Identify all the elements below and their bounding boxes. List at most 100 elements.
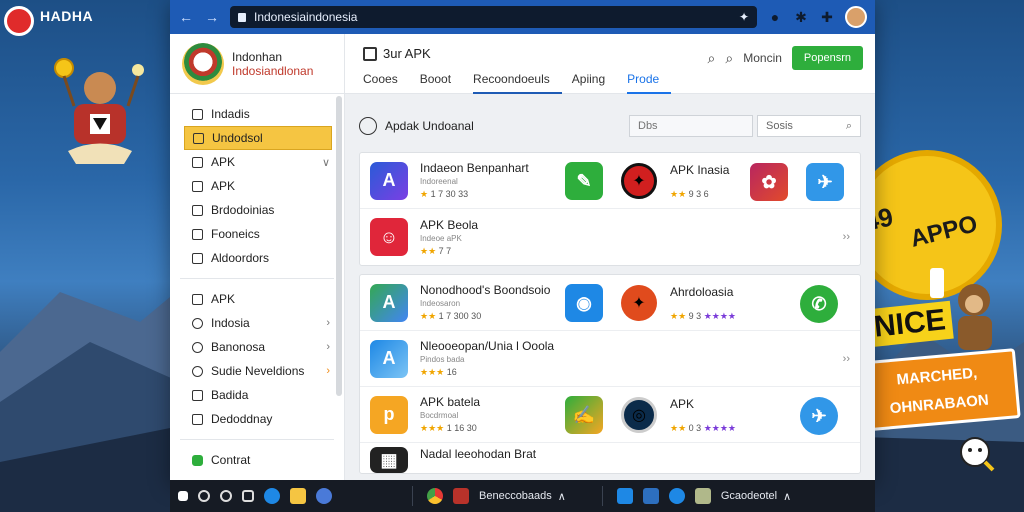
compass-app-icon[interactable]: ◎ bbox=[621, 397, 657, 433]
primary-action-button[interactable]: Popensrn bbox=[791, 46, 863, 70]
globe-icon[interactable] bbox=[668, 488, 685, 504]
chevron-right-icon[interactable]: ›› bbox=[843, 231, 850, 243]
folder-icon[interactable] bbox=[290, 488, 306, 504]
tab-apiing[interactable]: Apiing bbox=[572, 72, 617, 94]
address-value: Indonesiaindonesia bbox=[254, 10, 358, 24]
sidebar-item-sudie-neveldions[interactable]: Sudie Neveldions › bbox=[170, 359, 344, 383]
extension-icon[interactable]: ● bbox=[767, 9, 783, 25]
mid-icons: ◉ ✦ bbox=[565, 284, 657, 322]
user-icon bbox=[359, 117, 377, 135]
sidebar-item-indosia[interactable]: Indosia › bbox=[170, 311, 344, 335]
search-icon[interactable]: ⌕ bbox=[708, 50, 716, 67]
notes-icon[interactable] bbox=[694, 488, 711, 504]
list-item[interactable]: A Indaeon Benpanhart Indoreenal ★ 1 7 30… bbox=[360, 153, 860, 209]
search-icon: ⌕ bbox=[845, 120, 852, 132]
lock-icon bbox=[238, 12, 246, 22]
app-card: A Nonodhood's Boondsoio Indeosaron ★★ 1 … bbox=[359, 274, 861, 474]
sidebar-item-undodsol[interactable]: Undodsol bbox=[184, 126, 332, 150]
settings-icon[interactable]: ✱ bbox=[793, 9, 809, 26]
sidebar-item-brdodoinias[interactable]: Brdodoinias bbox=[170, 198, 344, 222]
browser-icon[interactable] bbox=[316, 488, 332, 504]
browser-toolbar: ← → Indonesiaindonesia ✦ ● ✱ ✚ bbox=[170, 0, 875, 34]
start-icon[interactable] bbox=[178, 491, 188, 501]
search-input[interactable]: Sosis ⌕ bbox=[757, 115, 861, 137]
chat-icon[interactable] bbox=[220, 490, 232, 502]
bookmark-star-icon[interactable]: ✦ bbox=[739, 10, 749, 24]
puzzle-icon[interactable]: ✚ bbox=[819, 9, 835, 26]
sidebar-divider bbox=[180, 439, 334, 440]
star-icon: ★★★★ bbox=[703, 311, 736, 321]
bird-app-icon[interactable]: ✈ bbox=[806, 163, 844, 201]
list-item[interactable]: A Nleooeopan/Unia l Ooola Pindos bada ★★… bbox=[360, 331, 860, 387]
list-item[interactable]: ▦ Nadal leeohodan Brat bbox=[360, 443, 860, 473]
app-rating: ★★ 1 7 300 30 bbox=[420, 311, 560, 322]
chevron-down-icon: ∨ bbox=[321, 156, 330, 169]
whatsapp-app-icon[interactable]: ✆ bbox=[800, 285, 838, 323]
sidebar-item-apk-3[interactable]: APK bbox=[170, 287, 344, 311]
sidebar-item-label: Banonosa bbox=[211, 340, 266, 354]
sidebar-item-label: Contrat bbox=[211, 453, 251, 467]
pen-icon[interactable] bbox=[642, 488, 659, 504]
tab-recommendations[interactable]: Recoondoeuls bbox=[473, 72, 562, 94]
app-a-icon: A bbox=[370, 161, 408, 200]
taskbar-label-1[interactable]: Beneccobaads bbox=[479, 490, 552, 502]
tool-icon[interactable] bbox=[616, 488, 633, 504]
list-item[interactable]: ☺ APK Beola Indeoe aPK ★★ 7 7 ›› bbox=[360, 209, 860, 265]
taskbar-label-2[interactable]: Gcaodeotel bbox=[721, 490, 777, 502]
search-icon[interactable] bbox=[198, 490, 210, 502]
sidebar-item-aldoordors[interactable]: Aldoordors bbox=[170, 246, 344, 270]
profile-avatar[interactable] bbox=[845, 6, 867, 28]
right-app-info: Ahrdoloasia ★★ 9 3 ★★★★ bbox=[670, 285, 736, 322]
app-subtitle: Indeoe aPK bbox=[420, 233, 462, 243]
chat-app-icon[interactable]: ✎ bbox=[565, 162, 603, 200]
list-item[interactable]: p APK batela Bocdrmoal ★★★ 1 16 30 ✍ ◎ A… bbox=[360, 387, 860, 443]
brand-title: HADHA bbox=[40, 8, 94, 24]
site-brand[interactable]: Indonhan Indosiandlonan bbox=[170, 34, 345, 93]
game-app-icon[interactable]: ✦ bbox=[621, 163, 657, 199]
search-icon-2[interactable]: ⌕ bbox=[725, 50, 733, 67]
sidebar-item-apk-2[interactable]: APK bbox=[170, 174, 344, 198]
box-icon bbox=[193, 132, 204, 144]
back-button[interactable]: ← bbox=[178, 9, 194, 25]
chevron-right-icon[interactable]: ›› bbox=[843, 353, 850, 365]
forward-button[interactable]: → bbox=[204, 9, 220, 25]
page-title: 3ur APK bbox=[363, 46, 431, 61]
sidebar-item-banonosa[interactable]: Banonosa › bbox=[170, 335, 344, 359]
bird-app-icon[interactable]: ✈ bbox=[800, 397, 838, 435]
chevron-up-icon[interactable]: ∧ bbox=[558, 490, 566, 503]
chrome-icon[interactable] bbox=[427, 488, 443, 504]
chevron-up-icon[interactable]: ∧ bbox=[783, 490, 791, 503]
app-icon[interactable] bbox=[453, 488, 469, 504]
list-item[interactable]: A Nonodhood's Boondsoio Indeosaron ★★ 1 … bbox=[360, 275, 860, 331]
tab-booot[interactable]: Booot bbox=[420, 72, 463, 94]
filter-input[interactable] bbox=[629, 115, 753, 137]
doc-icon bbox=[192, 108, 203, 120]
sidebar-scrollbar[interactable] bbox=[336, 96, 342, 396]
sidebar-item-badida[interactable]: Badida bbox=[170, 383, 344, 407]
sidebar-item-label: Sudie Neveldions bbox=[211, 364, 305, 378]
sidebar-item-dedoddnay[interactable]: Dedoddnay bbox=[170, 407, 344, 431]
header-link[interactable]: Moncin bbox=[743, 51, 782, 65]
warrior-app-icon[interactable]: ✦ bbox=[621, 285, 657, 321]
sidebar-item-apk[interactable]: APK ∨ bbox=[170, 150, 344, 174]
app-name: Nadal leeohodan Brat bbox=[420, 447, 537, 461]
search-placeholder: Sosis bbox=[766, 120, 793, 132]
address-bar[interactable]: Indonesiaindonesia ✦ bbox=[230, 6, 757, 28]
sidebar-item-label: Indosia bbox=[211, 316, 250, 330]
taskbar-divider bbox=[412, 486, 413, 506]
apk-box-icon bbox=[363, 46, 377, 61]
messenger-app-icon[interactable]: ◉ bbox=[565, 284, 603, 322]
sidebar-item-label: APK bbox=[211, 179, 236, 193]
edge-icon[interactable] bbox=[264, 488, 280, 504]
tab-prode[interactable]: Prode bbox=[627, 72, 672, 94]
art-app-icon[interactable]: ✍ bbox=[565, 396, 603, 434]
task-view-icon[interactable] bbox=[242, 490, 254, 502]
tab-cooes[interactable]: Cooes bbox=[363, 72, 410, 94]
sidebar-item-contact[interactable]: Contrat bbox=[170, 448, 344, 472]
badge-label: APPO bbox=[907, 210, 981, 253]
site-name-line1: Indonhan bbox=[232, 49, 283, 64]
shop-app-icon[interactable]: ✿ bbox=[750, 163, 788, 201]
sidebar-item-indadis[interactable]: Indadis bbox=[170, 102, 344, 126]
star-icon: ★★★★ bbox=[703, 423, 736, 433]
sidebar-item-fooneics[interactable]: Fooneics bbox=[170, 222, 344, 246]
